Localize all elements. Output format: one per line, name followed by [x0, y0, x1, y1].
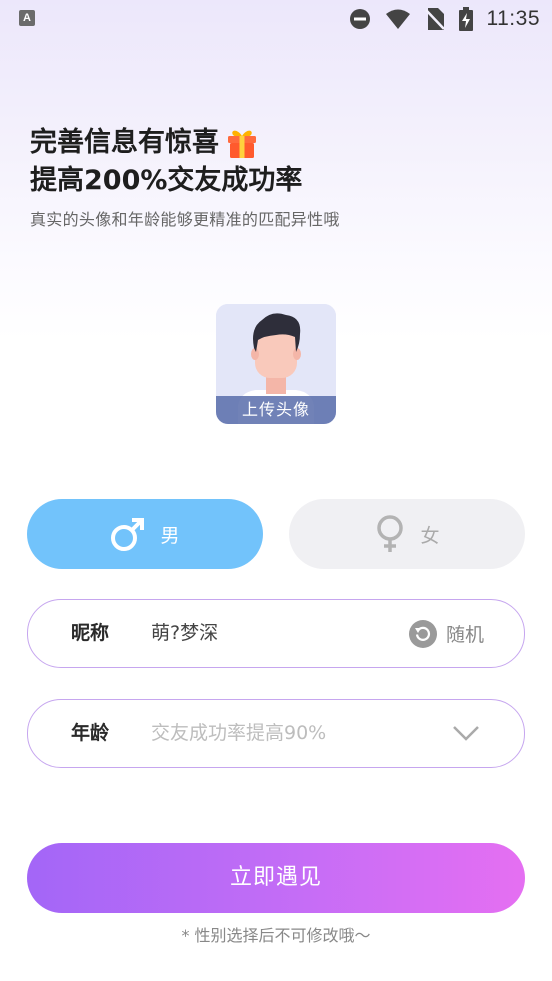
chevron-down-icon[interactable] [452, 724, 480, 746]
nickname-field: 昵称 萌?梦深 随机 [27, 599, 525, 668]
avatar-upload[interactable]: 上传头像 [216, 304, 336, 424]
status-icons: 11:35 [349, 6, 541, 32]
no-sim-icon [424, 7, 445, 31]
wifi-icon [385, 8, 411, 30]
nickname-label: 昵称 [71, 622, 110, 644]
headline: 完善信息有惊喜 提高200%交友成功率 [30, 124, 510, 200]
random-nickname-button[interactable]: 随机 [408, 600, 484, 667]
gift-icon [225, 127, 259, 159]
status-bar: A 11:35 [0, 0, 552, 38]
random-label: 随机 [445, 624, 484, 646]
nickname-input[interactable]: 萌?梦深 [151, 600, 218, 667]
meet-now-button[interactable]: 立即遇见 [27, 843, 525, 913]
age-select-placeholder[interactable]: 交友成功率提高90% [151, 700, 326, 767]
age-field[interactable]: 年龄 交友成功率提高90% [27, 699, 525, 768]
clock-time: 11:35 [486, 7, 540, 30]
female-symbol-icon [374, 515, 406, 553]
gender-male-button[interactable]: 男 [27, 499, 263, 569]
upload-avatar-label: 上传头像 [216, 396, 336, 424]
gender-male-label: 男 [160, 524, 180, 547]
gender-female-label: 女 [420, 524, 440, 547]
subtitle: 真实的头像和年龄能够更精准的匹配异性哦 [30, 210, 340, 229]
do-not-disturb-icon [349, 8, 371, 30]
age-label: 年龄 [71, 722, 110, 744]
headline-line-2: 提高200%交友成功率 [30, 165, 303, 196]
male-symbol-icon [110, 516, 146, 552]
gender-notice: * 性别选择后不可修改哦～ [181, 926, 371, 945]
gender-female-button[interactable]: 女 [289, 499, 525, 569]
headline-line-1: 完善信息有惊喜 [30, 127, 219, 158]
battery-charging-icon [458, 7, 473, 31]
refresh-icon [408, 619, 437, 648]
app-notification-icon: A [19, 10, 35, 26]
